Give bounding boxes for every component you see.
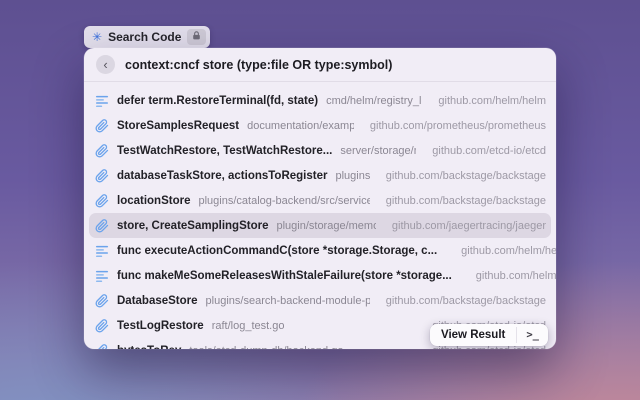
- result-name: databaseTaskStore, actionsToRegister: [117, 170, 327, 182]
- result-name: DatabaseStore: [117, 295, 198, 307]
- result-name: bytesToRev: [117, 345, 181, 350]
- paperclip-icon: [94, 318, 109, 333]
- result-repo: github.com/helm/helm: [453, 245, 556, 257]
- result-row[interactable]: TestWatchRestore, TestWatchRestore... se…: [84, 138, 556, 163]
- result-row[interactable]: func makeMeSomeReleasesWithStaleFailure(…: [84, 263, 556, 288]
- result-row[interactable]: DatabaseStore plugins/search-backend-mod…: [84, 288, 556, 313]
- result-name: TestWatchRestore, TestWatchRestore...: [117, 145, 332, 157]
- paperclip-icon: [94, 168, 109, 183]
- search-code-badge[interactable]: ✳ Search Code: [84, 26, 210, 48]
- result-repo: github.com/backstage/backstage: [378, 170, 546, 182]
- search-window: ‹ context:cncf store (type:file OR type:…: [84, 48, 556, 349]
- result-path: server/storage/mvcc/watchable_store_t...: [340, 145, 416, 157]
- result-row[interactable]: func executeActionCommandC(store *storag…: [84, 238, 556, 263]
- result-name: TestLogRestore: [117, 320, 204, 332]
- paperclip-icon: [94, 143, 109, 158]
- result-row[interactable]: locationStore plugins/catalog-backend/sr…: [84, 188, 556, 213]
- result-repo: github.com/jaegertracing/jaeger: [384, 220, 546, 232]
- code-lines-icon: [94, 243, 109, 258]
- paperclip-icon: [94, 118, 109, 133]
- paperclip-icon: [94, 343, 109, 349]
- result-row[interactable]: databaseTaskStore, actionsToRegister plu…: [84, 163, 556, 188]
- result-name: func makeMeSomeReleasesWithStaleFailure(…: [117, 270, 452, 282]
- result-row[interactable]: store, CreateSamplingStore plugin/storag…: [89, 213, 551, 238]
- result-repo: github.com/prometheus/prometheus: [362, 120, 546, 132]
- paperclip-icon: [94, 218, 109, 233]
- result-path: documentation/examples/remote_storage/re…: [247, 120, 354, 132]
- search-bar: ‹ context:cncf store (type:file OR type:…: [84, 48, 556, 82]
- badge-label: Search Code: [108, 30, 181, 44]
- desktop-background: ✳ Search Code ‹ context:cncf store (type…: [0, 0, 640, 400]
- result-path: plugins/search-backend-module-pg/src/dat…: [206, 295, 370, 307]
- result-name: StoreSamplesRequest: [117, 120, 239, 132]
- result-repo: github.com/helm/helm: [468, 270, 556, 282]
- code-lines-icon: [94, 93, 109, 108]
- view-result-button[interactable]: View Result: [430, 324, 516, 346]
- lock-icon: [191, 28, 202, 46]
- asterisk-icon: ✳: [92, 31, 102, 43]
- result-path: plugins/scaffolder-backend/src/...: [335, 170, 369, 182]
- result-repo: github.com/backstage/backstage: [378, 295, 546, 307]
- result-path: plugin/storage/memory/factory.go: [276, 220, 375, 232]
- result-path: raft/log_test.go: [212, 320, 285, 332]
- result-path: tools/etcd-dump-db/backend.go: [189, 345, 343, 350]
- result-repo: github.com/etcd-io/etcd: [424, 145, 546, 157]
- results-list: defer term.RestoreTerminal(fd, state) cm…: [84, 82, 556, 349]
- result-name: func executeActionCommandC(store *storag…: [117, 245, 437, 257]
- result-repo: github.com/helm/helm: [430, 95, 546, 107]
- result-row[interactable]: defer term.RestoreTerminal(fd, state) cm…: [84, 88, 556, 113]
- paperclip-icon: [94, 193, 109, 208]
- terminal-shortcut-button[interactable]: >_: [517, 324, 548, 346]
- chevron-left-icon: ‹: [103, 58, 107, 71]
- result-path: cmd/helm/registry_login.go: [326, 95, 422, 107]
- paperclip-icon: [94, 293, 109, 308]
- search-query-input[interactable]: context:cncf store (type:file OR type:sy…: [125, 58, 392, 72]
- action-hint: View Result >_: [430, 324, 548, 346]
- back-button[interactable]: ‹: [96, 55, 115, 74]
- result-row[interactable]: StoreSamplesRequest documentation/exampl…: [84, 113, 556, 138]
- result-repo: github.com/backstage/backstage: [378, 195, 546, 207]
- result-name: locationStore: [117, 195, 190, 207]
- result-path: plugins/catalog-backend/src/service/Cata…: [198, 195, 369, 207]
- lock-pill: [187, 29, 206, 45]
- result-name: defer term.RestoreTerminal(fd, state): [117, 95, 318, 107]
- code-lines-icon: [94, 268, 109, 283]
- result-name: store, CreateSamplingStore: [117, 220, 268, 232]
